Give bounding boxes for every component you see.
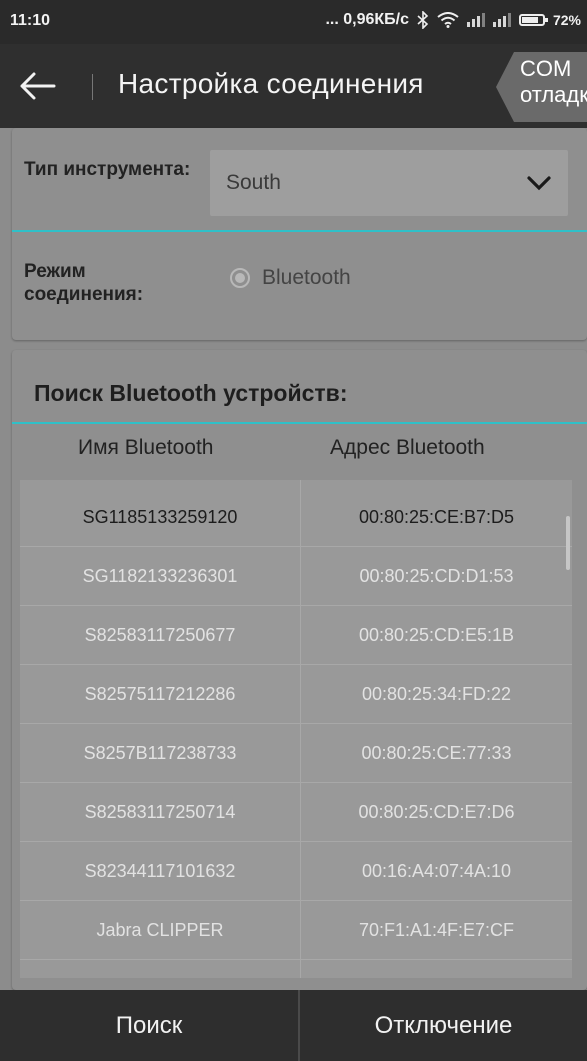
status-bar: 11:10 ... 0,96КБ/с 72% <box>0 0 587 44</box>
bottom-action-bar: Поиск Отключение <box>0 990 587 1061</box>
device-address: 00:80:25:34:FD:22 <box>361 684 512 704</box>
device-address: 00:80:25:CE:B7:D5 <box>358 507 515 527</box>
arrow-left-icon <box>20 72 56 100</box>
search-section-title: Поиск Bluetooth устройств: <box>34 380 348 406</box>
chevron-down-icon <box>527 176 551 191</box>
toolbar-divider <box>92 74 93 100</box>
device-address: 00:80:25:CD:E5:1B <box>358 625 515 645</box>
list-scrollbar[interactable] <box>566 516 570 570</box>
device-row[interactable]: SG1185133259120 00:80:25:CE:B7:D5 <box>20 488 572 547</box>
status-icons: ... 0,96КБ/с 72% <box>325 11 581 29</box>
device-row[interactable]: S8257B117238733 00:80:25:CE:77:33 <box>20 724 572 783</box>
device-name: S82583117250714 <box>84 802 236 822</box>
bluetooth-radio-option[interactable]: Bluetooth <box>230 266 351 290</box>
device-row[interactable]: S82575117212286 00:80:25:34:FD:22 <box>20 665 572 724</box>
device-name: Jabra CLIPPER <box>96 920 224 940</box>
instrument-type-value: South <box>226 171 281 194</box>
instrument-type-select[interactable]: South <box>210 150 568 216</box>
device-row[interactable]: S82583117250677 00:80:25:CD:E5:1B <box>20 606 572 665</box>
device-address: 00:80:25:CD:D1:53 <box>359 566 514 586</box>
bluetooth-icon <box>417 11 429 29</box>
signal-icon <box>466 13 485 27</box>
instrument-type-label: Тип инструмента: <box>24 159 191 180</box>
connection-mode-label: Режим соединения: <box>24 261 144 305</box>
toolbar: Настройка соединения COM отладка <box>0 44 587 128</box>
device-name: SG1185133259120 <box>82 507 238 527</box>
device-name: S8257B117238733 <box>83 743 237 763</box>
device-name: S82583117250677 <box>84 625 236 645</box>
radio-button-icon <box>230 268 250 288</box>
page-title: Настройка соединения <box>118 68 424 99</box>
com-debug-button[interactable]: COM отладка <box>496 52 587 122</box>
instrument-panel: Тип инструмента: South Режим соединения:… <box>12 128 587 340</box>
wifi-icon <box>437 12 459 28</box>
bluetooth-radio-label: Bluetooth <box>262 266 351 289</box>
battery-icon <box>518 14 548 26</box>
bluetooth-search-panel: Поиск Bluetooth устройств: Имя Bluetooth… <box>12 350 587 990</box>
status-time: 11:10 <box>10 12 51 29</box>
device-name: S82344117101632 <box>84 861 236 881</box>
device-row[interactable]: Jabra CLIPPER 70:F1:A1:4F:E7:CF <box>20 901 572 960</box>
column-header-name: Имя Bluetooth <box>78 436 214 459</box>
device-row[interactable]: S82344117101632 00:16:A4:07:4A:10 <box>20 842 572 901</box>
search-underline <box>12 422 587 424</box>
signal-icon-2 <box>492 13 511 27</box>
device-address: 00:80:25:CD:E7:D6 <box>358 802 515 822</box>
back-button[interactable] <box>18 66 70 106</box>
column-header-address: Адрес Bluetooth <box>330 436 485 459</box>
search-button[interactable]: Поиск <box>0 990 298 1061</box>
device-row[interactable]: S82583117250714 00:80:25:CD:E7:D6 <box>20 783 572 842</box>
device-address: 00:16:A4:07:4A:10 <box>361 861 512 881</box>
network-speed: ... 0,96КБ/с <box>325 11 409 28</box>
device-address: 00:80:25:CE:77:33 <box>361 743 512 763</box>
type-underline <box>12 230 587 232</box>
device-row[interactable]: SG1182133236301 00:80:25:CD:D1:53 <box>20 547 572 606</box>
device-list[interactable]: SG1185133259120 00:80:25:CE:B7:D5 SG1182… <box>20 480 572 978</box>
screen: 11:10 ... 0,96КБ/с 72% Настройка соедине… <box>0 0 587 1061</box>
device-address: 70:F1:A1:4F:E7:CF <box>358 920 515 940</box>
battery-percent: 72% <box>552 12 581 28</box>
device-name: SG1182133236301 <box>82 566 238 586</box>
disconnect-button[interactable]: Отключение <box>300 990 587 1061</box>
device-name: S82575117212286 <box>84 684 236 704</box>
